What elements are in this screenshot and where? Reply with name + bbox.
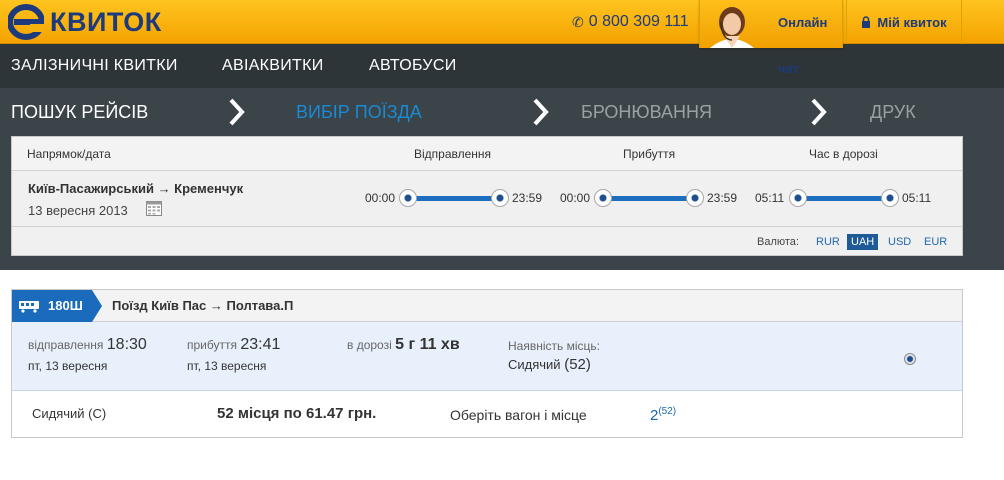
phone-icon: ✆ <box>572 14 584 30</box>
availability-type: Сидячий <box>508 357 561 372</box>
arrival-track <box>603 196 694 201</box>
top-header: КВИТОК ✆ 0 800 309 111 Онлайн чат Мій кв… <box>0 0 1004 76</box>
travel-date: 13 вересня 2013 <box>28 203 128 218</box>
currency-eur[interactable]: EUR <box>920 234 951 250</box>
my-ticket-button[interactable]: Мій квиток <box>846 0 962 44</box>
train-info[interactable]: відправлення 18:30 пт, 13 вересня прибут… <box>12 322 962 391</box>
departure-label: відправлення <box>28 338 104 352</box>
header-direction: Напрямок/дата <box>27 147 111 161</box>
header-arrival: Прибуття <box>623 147 676 161</box>
step-select-train: ВИБІР ПОЇЗДА <box>296 102 422 122</box>
arrival-max: 23:59 <box>707 191 738 205</box>
main-nav: ЗАЛІЗНИЧНІ КВИТКИ АВІАКВИТКИ АВТОБУСИ <box>0 44 1004 88</box>
duration-max-handle[interactable] <box>881 189 899 207</box>
seat-price: 52 місця по 61.47 грн. <box>217 405 377 422</box>
filter-card: Напрямок/дата Відправлення Прибуття Час … <box>11 136 963 256</box>
departure-slider[interactable]: 00:00 23:59 <box>365 189 545 207</box>
logo-text: КВИТОК <box>50 7 162 37</box>
nav-item-air-tickets[interactable]: АВІАКВИТКИ <box>222 44 324 88</box>
departure-max: 23:59 <box>512 191 543 205</box>
duration-min-handle[interactable] <box>789 189 807 207</box>
arrival-time: 23:41 <box>240 336 281 353</box>
arrival-max-handle[interactable] <box>686 189 704 207</box>
phone-number[interactable]: ✆ 0 800 309 111 <box>572 0 689 44</box>
step-search[interactable]: ПОШУК РЕЙСІВ <box>11 100 148 124</box>
currency-label: Валюта: <box>757 236 799 248</box>
header-duration: Час в дорозі <box>809 147 878 161</box>
availability-label: Наявність місць: <box>508 339 600 353</box>
departure-block: відправлення 18:30 <box>28 336 147 354</box>
operator-avatar <box>710 7 754 48</box>
train-card: 180Ш Поїзд Київ Пас → Полтава.П відправл… <box>11 289 963 438</box>
chevron-right-icon <box>811 98 827 126</box>
train-icon <box>19 301 39 313</box>
chevron-right-icon <box>229 98 245 126</box>
duration-slider[interactable]: 05:11 05:11 <box>755 189 935 207</box>
currency-usd[interactable]: USD <box>884 234 915 250</box>
route-text: Київ-Пасажирський → Кременчук <box>28 181 244 196</box>
e-logo-icon <box>8 4 44 40</box>
arrival-min: 00:00 <box>560 191 591 205</box>
departure-date: пт, 13 вересня <box>28 359 108 373</box>
duration-label: в дорозі <box>347 338 392 352</box>
nav-item-rail-tickets[interactable]: ЗАЛІЗНИЧНІ КВИТКИ <box>11 44 178 88</box>
my-ticket-label: Мій квиток <box>877 14 947 30</box>
departure-max-handle[interactable] <box>491 189 509 207</box>
departure-track <box>408 196 499 201</box>
chat-label: Онлайн чат <box>778 15 828 76</box>
phone-text: 0 800 309 111 <box>588 13 689 30</box>
seat-row: Сидячий (С) 52 місця по 61.47 грн. Обері… <box>12 391 962 437</box>
currency-bar: Валюта: RUR UAH USD EUR <box>12 226 962 255</box>
duration-block: в дорозі 5 г 11 хв <box>347 336 460 354</box>
currency-rur[interactable]: RUR <box>812 234 844 250</box>
train-number: 180Ш <box>48 298 83 313</box>
chevron-right-icon <box>533 98 549 126</box>
departure-time: 18:30 <box>106 336 147 353</box>
online-chat-button[interactable]: Онлайн чат <box>699 0 843 76</box>
arrival-date: пт, 13 вересня <box>187 359 267 373</box>
duration-max: 05:11 <box>902 191 932 205</box>
arrival-label: прибуття <box>187 338 237 352</box>
filter-header: Напрямок/дата Відправлення Прибуття Час … <box>12 137 962 171</box>
availability-value: Сидячий (52) <box>508 356 591 373</box>
choose-wagon-label: Оберіть вагон і місце <box>450 407 587 423</box>
header-departure: Відправлення <box>414 147 492 161</box>
departure-min: 00:00 <box>365 191 396 205</box>
step-print: ДРУК <box>870 102 916 122</box>
duration-track <box>798 196 889 201</box>
lock-icon <box>862 16 871 28</box>
arrival-slider[interactable]: 00:00 23:59 <box>560 189 740 207</box>
currency-uah[interactable]: UAH <box>847 234 879 250</box>
step-booking: БРОНЮВАННЯ <box>581 102 713 122</box>
nav-item-buses[interactable]: АВТОБУСИ <box>369 44 457 88</box>
arrival-min-handle[interactable] <box>594 189 612 207</box>
departure-min-handle[interactable] <box>399 189 417 207</box>
seat-type: Сидячий (С) <box>32 406 107 421</box>
availability-count: (52) <box>564 356 591 373</box>
duration-value: 5 г 11 хв <box>395 336 460 353</box>
arrival-block: прибуття 23:41 <box>187 336 280 354</box>
calendar-icon[interactable] <box>146 199 162 216</box>
wagon-seats: (52) <box>658 406 677 417</box>
train-select-radio[interactable] <box>904 353 916 365</box>
kvitok-logo[interactable]: КВИТОК <box>8 3 162 41</box>
train-title: Поїзд Київ Пас → Полтава.П <box>112 298 294 313</box>
train-header: 180Ш Поїзд Київ Пас → Полтава.П <box>12 290 962 322</box>
wagon-link[interactable]: 2(52) <box>650 406 676 424</box>
duration-min: 05:11 <box>755 191 785 205</box>
